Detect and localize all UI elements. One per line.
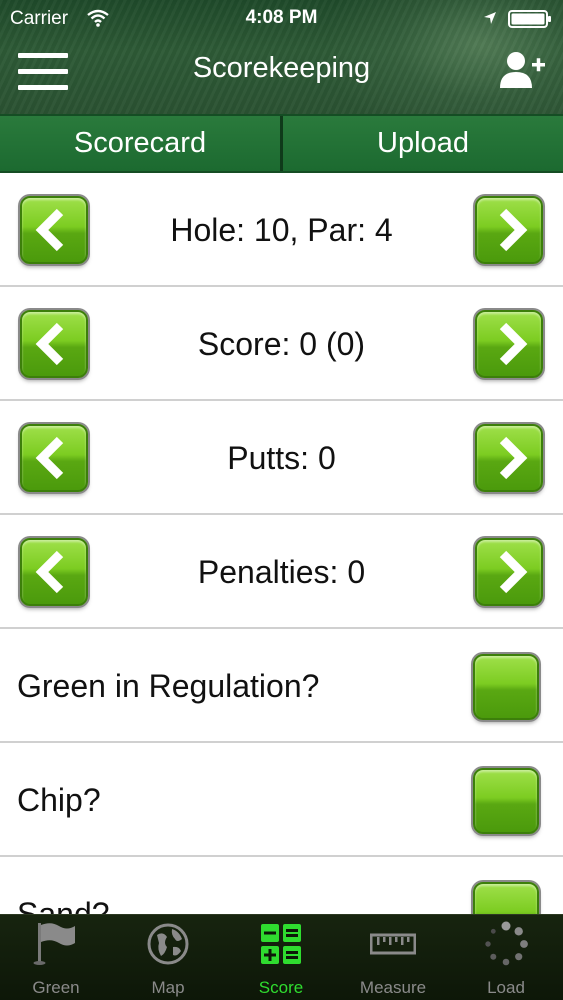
tabbar-item-load[interactable]: Load: [450, 915, 562, 1000]
tab-scorecard[interactable]: Scorecard: [0, 116, 280, 171]
location-arrow-icon: [484, 12, 496, 24]
globe-icon: [147, 923, 189, 965]
green-in-regulation-checkbox[interactable]: [473, 654, 539, 720]
page-title: Scorekeeping: [192, 52, 371, 84]
chevron-left-icon: [35, 208, 64, 252]
chevron-right-icon: [499, 436, 528, 480]
increase-penalties-button[interactable]: [475, 538, 543, 606]
bottom-tab-bar: Green Map Score Measure Load: [0, 914, 563, 1000]
hole-par-label: Hole: 10, Par: 4: [170, 211, 393, 248]
tabbar-label-green: Green: [32, 978, 80, 997]
tabbar-label-score: Score: [258, 978, 304, 997]
chip-row: Chip?: [0, 743, 563, 857]
chevron-right-icon: [499, 322, 528, 366]
increase-score-button[interactable]: [475, 310, 543, 378]
chevron-right-icon: [499, 550, 528, 594]
clock: 4:08 PM: [245, 7, 318, 28]
status-bar: Carrier 4:08 PM: [0, 0, 563, 38]
ruler-icon: [370, 933, 416, 955]
putts-label: Putts: 0: [227, 439, 336, 476]
calculator-icon: [261, 924, 301, 964]
tab-upload[interactable]: Upload: [280, 116, 563, 171]
decrease-score-button[interactable]: [20, 310, 88, 378]
penalties-row: Penalties: 0: [0, 515, 563, 629]
tabbar-item-score[interactable]: Score: [225, 915, 337, 1000]
chevron-right-icon: [499, 208, 528, 252]
scorekeeping-list: Hole: 10, Par: 4 Score: 0 (0) Putts: 0 P…: [0, 173, 563, 914]
decrease-penalties-button[interactable]: [20, 538, 88, 606]
tabbar-label-map: Map: [151, 978, 185, 997]
tabbar-label-load: Load: [487, 978, 525, 997]
hole-row: Hole: 10, Par: 4: [0, 173, 563, 287]
tabbar-item-map[interactable]: Map: [112, 915, 224, 1000]
tabbar-item-measure[interactable]: Measure: [337, 915, 449, 1000]
chip-label: Chip?: [17, 781, 101, 818]
chevron-left-icon: [35, 550, 64, 594]
add-player-icon[interactable]: [500, 50, 546, 90]
spinner-icon: [485, 921, 528, 966]
chip-checkbox[interactable]: [473, 768, 539, 834]
sand-checkbox[interactable]: [473, 882, 539, 914]
green-in-regulation-row: Green in Regulation?: [0, 629, 563, 743]
previous-hole-button[interactable]: [20, 196, 88, 264]
battery-icon: [508, 10, 551, 28]
chevron-left-icon: [35, 322, 64, 366]
score-label: Score: 0 (0): [197, 325, 366, 362]
sand-row: Sand?: [0, 857, 563, 914]
flag-icon: [33, 923, 75, 965]
header: Carrier 4:08 PM Scorekeeping: [0, 0, 563, 114]
chevron-left-icon: [35, 436, 64, 480]
decrease-putts-button[interactable]: [20, 424, 88, 492]
increase-putts-button[interactable]: [475, 424, 543, 492]
next-hole-button[interactable]: [475, 196, 543, 264]
tabbar-item-green[interactable]: Green: [0, 915, 112, 1000]
segmented-tabs: Scorecard Upload: [0, 114, 563, 173]
green-in-regulation-label: Green in Regulation?: [17, 667, 320, 704]
tabbar-label-measure: Measure: [359, 978, 427, 997]
putts-row: Putts: 0: [0, 401, 563, 515]
score-row: Score: 0 (0): [0, 287, 563, 401]
navigation-bar: Scorekeeping: [0, 38, 563, 114]
penalties-label: Penalties: 0: [197, 553, 366, 590]
sand-label: Sand?: [17, 895, 110, 915]
